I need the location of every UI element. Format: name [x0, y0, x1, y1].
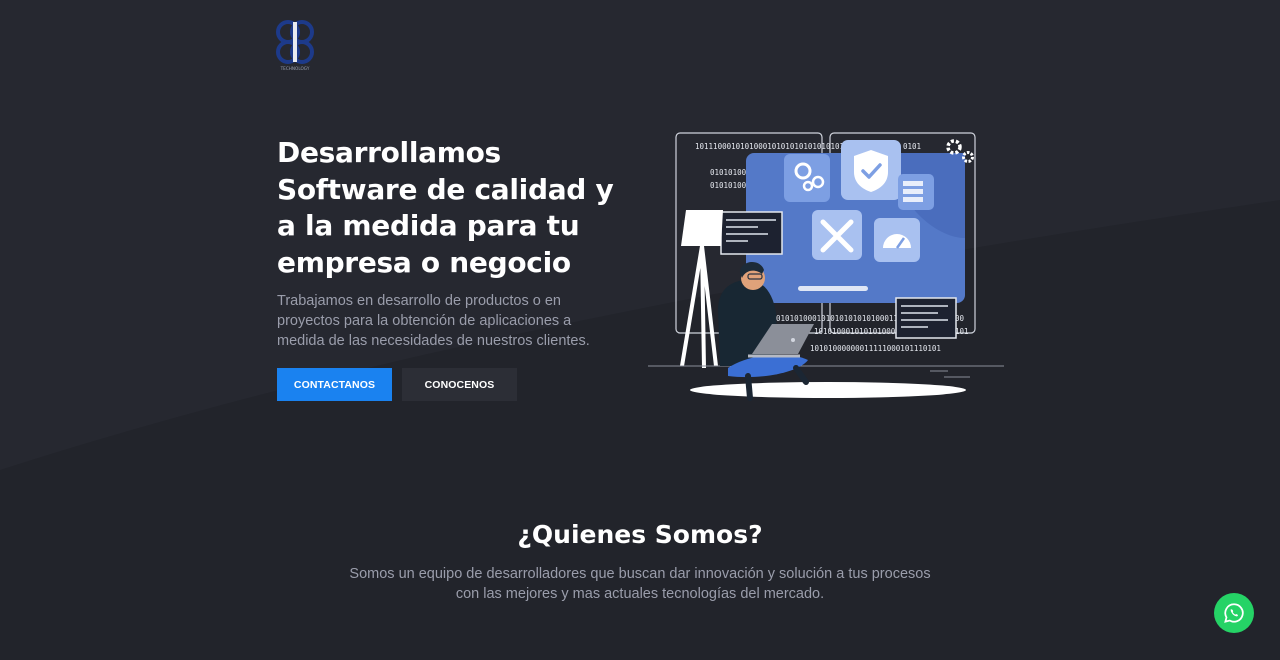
- about-description: Somos un equipo de desarrolladores que b…: [349, 566, 931, 602]
- whatsapp-icon: [1224, 603, 1244, 623]
- binary-line: 010101000: [710, 168, 751, 177]
- about-us-button[interactable]: CONOCENOS: [402, 368, 517, 401]
- hero-subtitle: Trabajamos en desarrollo de productos o …: [277, 293, 590, 349]
- developer-illustration: 1011100010101000101010101010101010000 01…: [648, 132, 1004, 401]
- logo-text: TECHNOLOGY: [280, 66, 310, 71]
- binary-line: 010101000: [710, 181, 751, 190]
- binary-line: 0101: [903, 142, 921, 151]
- company-logo[interactable]: TECHNOLOGY: [276, 18, 314, 74]
- binary-line: 10101000000011111000101110101: [810, 344, 941, 353]
- binary-line: 10101000101010100000: [814, 327, 905, 336]
- binary-line: 1011100010101000101010101010101010000: [695, 142, 863, 151]
- about-title: ¿Quienes Somos?: [517, 520, 763, 549]
- background-shape: [0, 0, 1280, 470]
- whatsapp-button[interactable]: [1214, 593, 1254, 633]
- binary-line: 101: [955, 327, 969, 336]
- hero-title: Desarrollamos Software de calidad y a la…: [277, 136, 614, 279]
- contact-button[interactable]: CONTACTANOS: [277, 368, 392, 401]
